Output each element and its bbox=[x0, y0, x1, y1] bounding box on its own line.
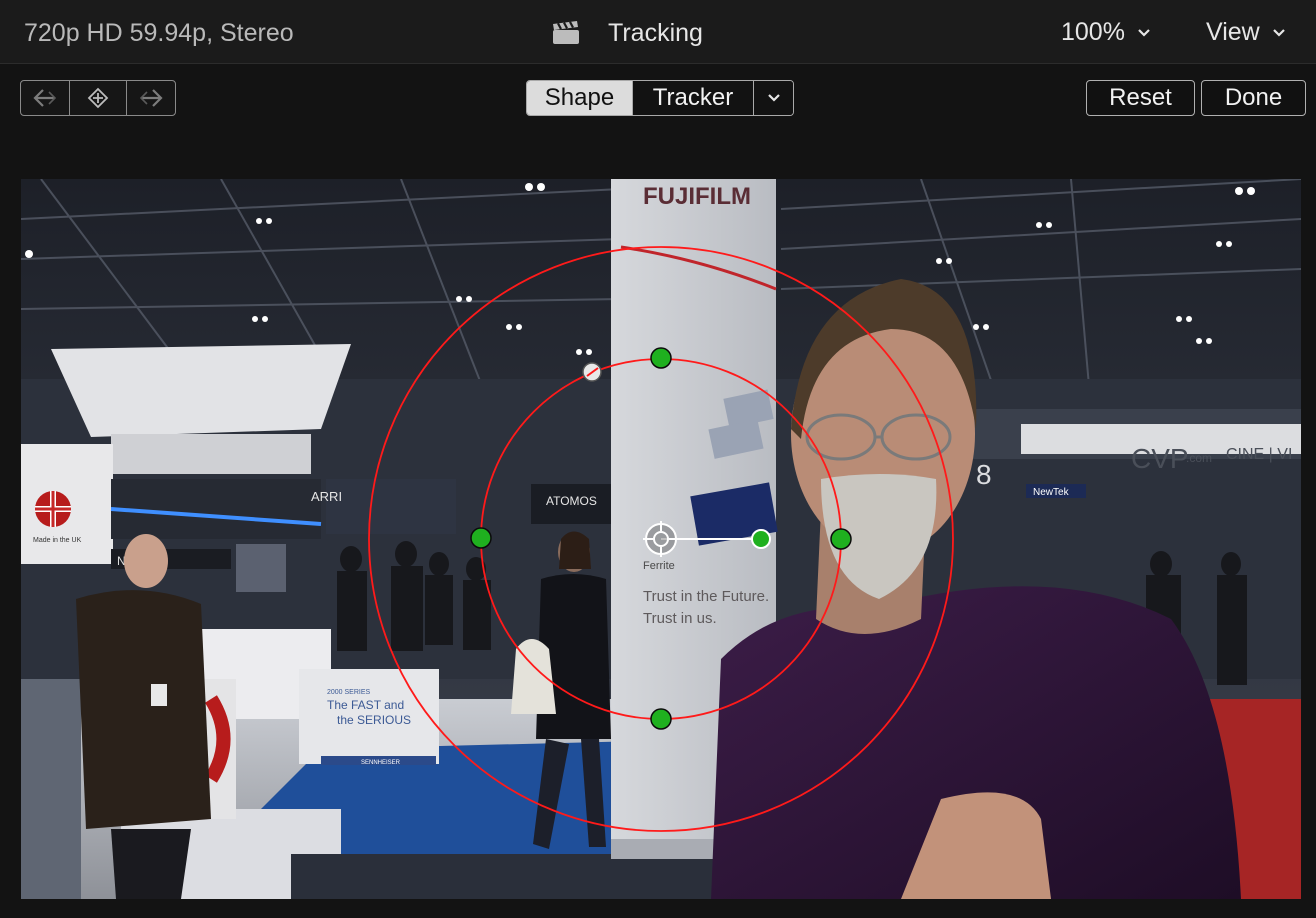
chevron-down-icon bbox=[1138, 28, 1150, 37]
video-viewer[interactable]: CVP .com CINE | VI 8 NewTek Made in the … bbox=[21, 179, 1301, 899]
tab-tracker[interactable]: Tracker bbox=[632, 81, 753, 115]
control-point-left[interactable] bbox=[470, 527, 492, 549]
chevron-down-icon bbox=[767, 94, 780, 102]
view-menu-label: View bbox=[1206, 18, 1260, 46]
keyframe-nav bbox=[20, 80, 176, 116]
viewer-header: 720p HD 59.94p, Stereo Tracking 100% Vie… bbox=[0, 0, 1316, 64]
zoom-level: 100% bbox=[1061, 18, 1125, 46]
zoom-menu[interactable]: 100% bbox=[1061, 18, 1151, 47]
shape-mask-overlay bbox=[368, 246, 954, 832]
done-button[interactable]: Done bbox=[1201, 80, 1306, 116]
tracker-options-dropdown[interactable] bbox=[753, 81, 793, 115]
arrow-left-icon bbox=[33, 89, 57, 107]
center-target-icon[interactable] bbox=[643, 521, 679, 557]
keyframe-diamond-icon bbox=[87, 87, 109, 109]
next-keyframe-button[interactable] bbox=[127, 81, 175, 115]
control-point-top[interactable] bbox=[650, 347, 672, 369]
clapperboard-icon bbox=[553, 21, 579, 44]
arrow-right-icon bbox=[139, 89, 163, 107]
control-point-bottom[interactable] bbox=[650, 708, 672, 730]
chevron-down-icon bbox=[1272, 28, 1285, 37]
previous-keyframe-button[interactable] bbox=[21, 81, 71, 115]
view-menu[interactable]: View bbox=[1206, 18, 1286, 47]
reset-button[interactable]: Reset bbox=[1086, 80, 1195, 116]
add-keyframe-button[interactable] bbox=[70, 81, 127, 115]
viewer-title: Tracking bbox=[552, 16, 703, 50]
format-info: 720p HD 59.94p, Stereo bbox=[24, 19, 294, 47]
page-title: Tracking bbox=[608, 18, 703, 47]
control-point-right[interactable] bbox=[830, 528, 852, 550]
rotation-handle[interactable] bbox=[751, 529, 771, 549]
mask-mode-segmented-control: Shape Tracker bbox=[526, 80, 794, 116]
tab-shape[interactable]: Shape bbox=[527, 81, 632, 115]
